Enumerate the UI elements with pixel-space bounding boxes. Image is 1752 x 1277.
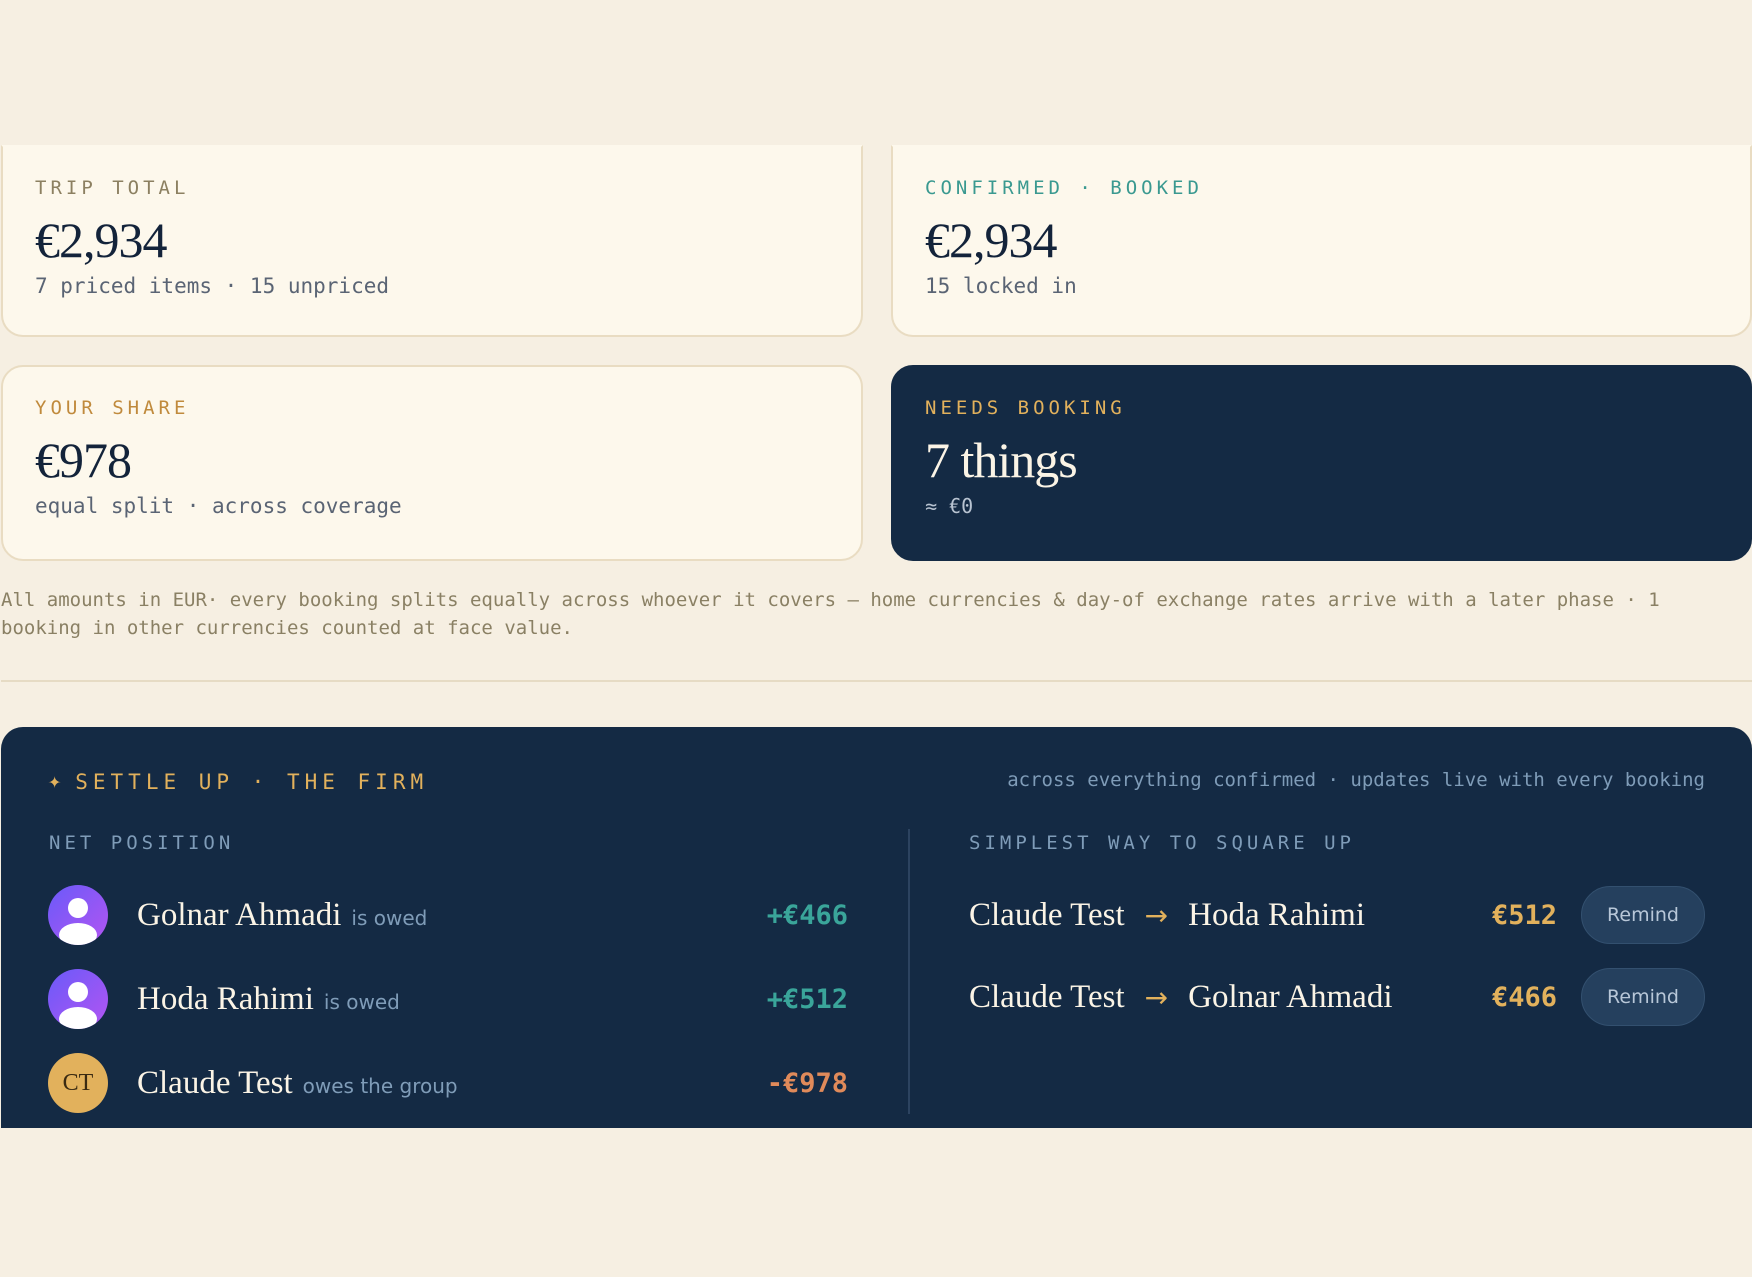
settle-up-title-text: SETTLE UP · THE FIRM xyxy=(75,769,429,794)
user-icon xyxy=(59,898,97,945)
transfer-to: Hoda Rahimi xyxy=(1188,896,1366,933)
needs-booking-label: NEEDS BOOKING xyxy=(925,397,1126,419)
user-icon xyxy=(59,982,97,1029)
net-amount: +€512 xyxy=(766,983,848,1015)
avatar xyxy=(48,885,108,945)
needs-booking-sub: ≈ €0 xyxy=(925,494,974,518)
transfer-from: Claude Test xyxy=(969,896,1125,933)
needs-booking-value: 7 things xyxy=(925,432,1078,488)
trip-total-sub: 7 priced items · 15 unpriced xyxy=(35,274,390,298)
your-share-label: YOUR SHARE xyxy=(35,397,190,419)
remind-button[interactable]: Remind xyxy=(1581,886,1705,944)
currency-note: All amounts in EUR· every booking splits… xyxy=(1,589,1660,639)
confirmed-label: CONFIRMED · BOOKED xyxy=(925,177,1203,199)
arrow-right-icon: → xyxy=(1144,980,1169,1014)
confirmed-value: €2,934 xyxy=(925,212,1058,268)
net-position-row: CT Claude Test owes the group -€978 xyxy=(48,1051,848,1115)
person-status: is owed xyxy=(351,906,428,930)
sparkle-icon: ✦ xyxy=(48,769,62,794)
your-share-value: €978 xyxy=(35,432,132,488)
trip-total-card: TRIP TOTAL €2,934 7 priced items · 15 un… xyxy=(1,145,863,337)
trip-total-label: TRIP TOTAL xyxy=(35,177,190,199)
avatar xyxy=(48,969,108,1029)
arrow-right-icon: → xyxy=(1144,898,1169,932)
column-divider xyxy=(908,829,910,1114)
transfer-from: Claude Test xyxy=(969,978,1125,1015)
transfer-row: Claude Test → Golnar Ahmadi €466 Remind xyxy=(969,967,1705,1027)
confirmed-sub: 15 locked in xyxy=(925,274,1077,298)
avatar-initials: CT xyxy=(48,1053,108,1113)
person-name: Hoda Rahimi xyxy=(137,980,314,1017)
settle-up-tagline: across everything confirmed · updates li… xyxy=(1007,769,1705,791)
your-share-sub: equal split · across coverage xyxy=(35,494,402,518)
transfer-amount: €466 xyxy=(1491,981,1557,1013)
settle-up-title: ✦ SETTLE UP · THE FIRM xyxy=(48,769,428,794)
square-up-label: SIMPLEST WAY TO SQUARE UP xyxy=(969,832,1355,854)
net-amount: -€978 xyxy=(766,1067,848,1099)
confirmed-card: CONFIRMED · BOOKED €2,934 15 locked in xyxy=(891,145,1752,337)
transfer-to: Golnar Ahmadi xyxy=(1188,978,1393,1015)
section-divider xyxy=(1,680,1752,682)
person-status: is owed xyxy=(323,990,400,1014)
person-status: owes the group xyxy=(302,1074,458,1098)
your-share-card: YOUR SHARE €978 equal split · across cov… xyxy=(1,365,863,561)
net-position-row: Hoda Rahimi is owed +€512 xyxy=(48,967,848,1031)
transfer-amount: €512 xyxy=(1491,899,1557,931)
transfer-row: Claude Test → Hoda Rahimi €512 Remind xyxy=(969,885,1705,945)
net-position-label: NET POSITION xyxy=(49,832,235,854)
remind-button[interactable]: Remind xyxy=(1581,968,1705,1026)
person-name: Claude Test xyxy=(137,1064,293,1101)
net-position-row: Golnar Ahmadi is owed +€466 xyxy=(48,883,848,947)
needs-booking-card[interactable]: NEEDS BOOKING 7 things ≈ €0 xyxy=(891,365,1752,561)
trip-total-value: €2,934 xyxy=(35,212,168,268)
person-name: Golnar Ahmadi xyxy=(137,896,342,933)
net-amount: +€466 xyxy=(766,899,848,931)
